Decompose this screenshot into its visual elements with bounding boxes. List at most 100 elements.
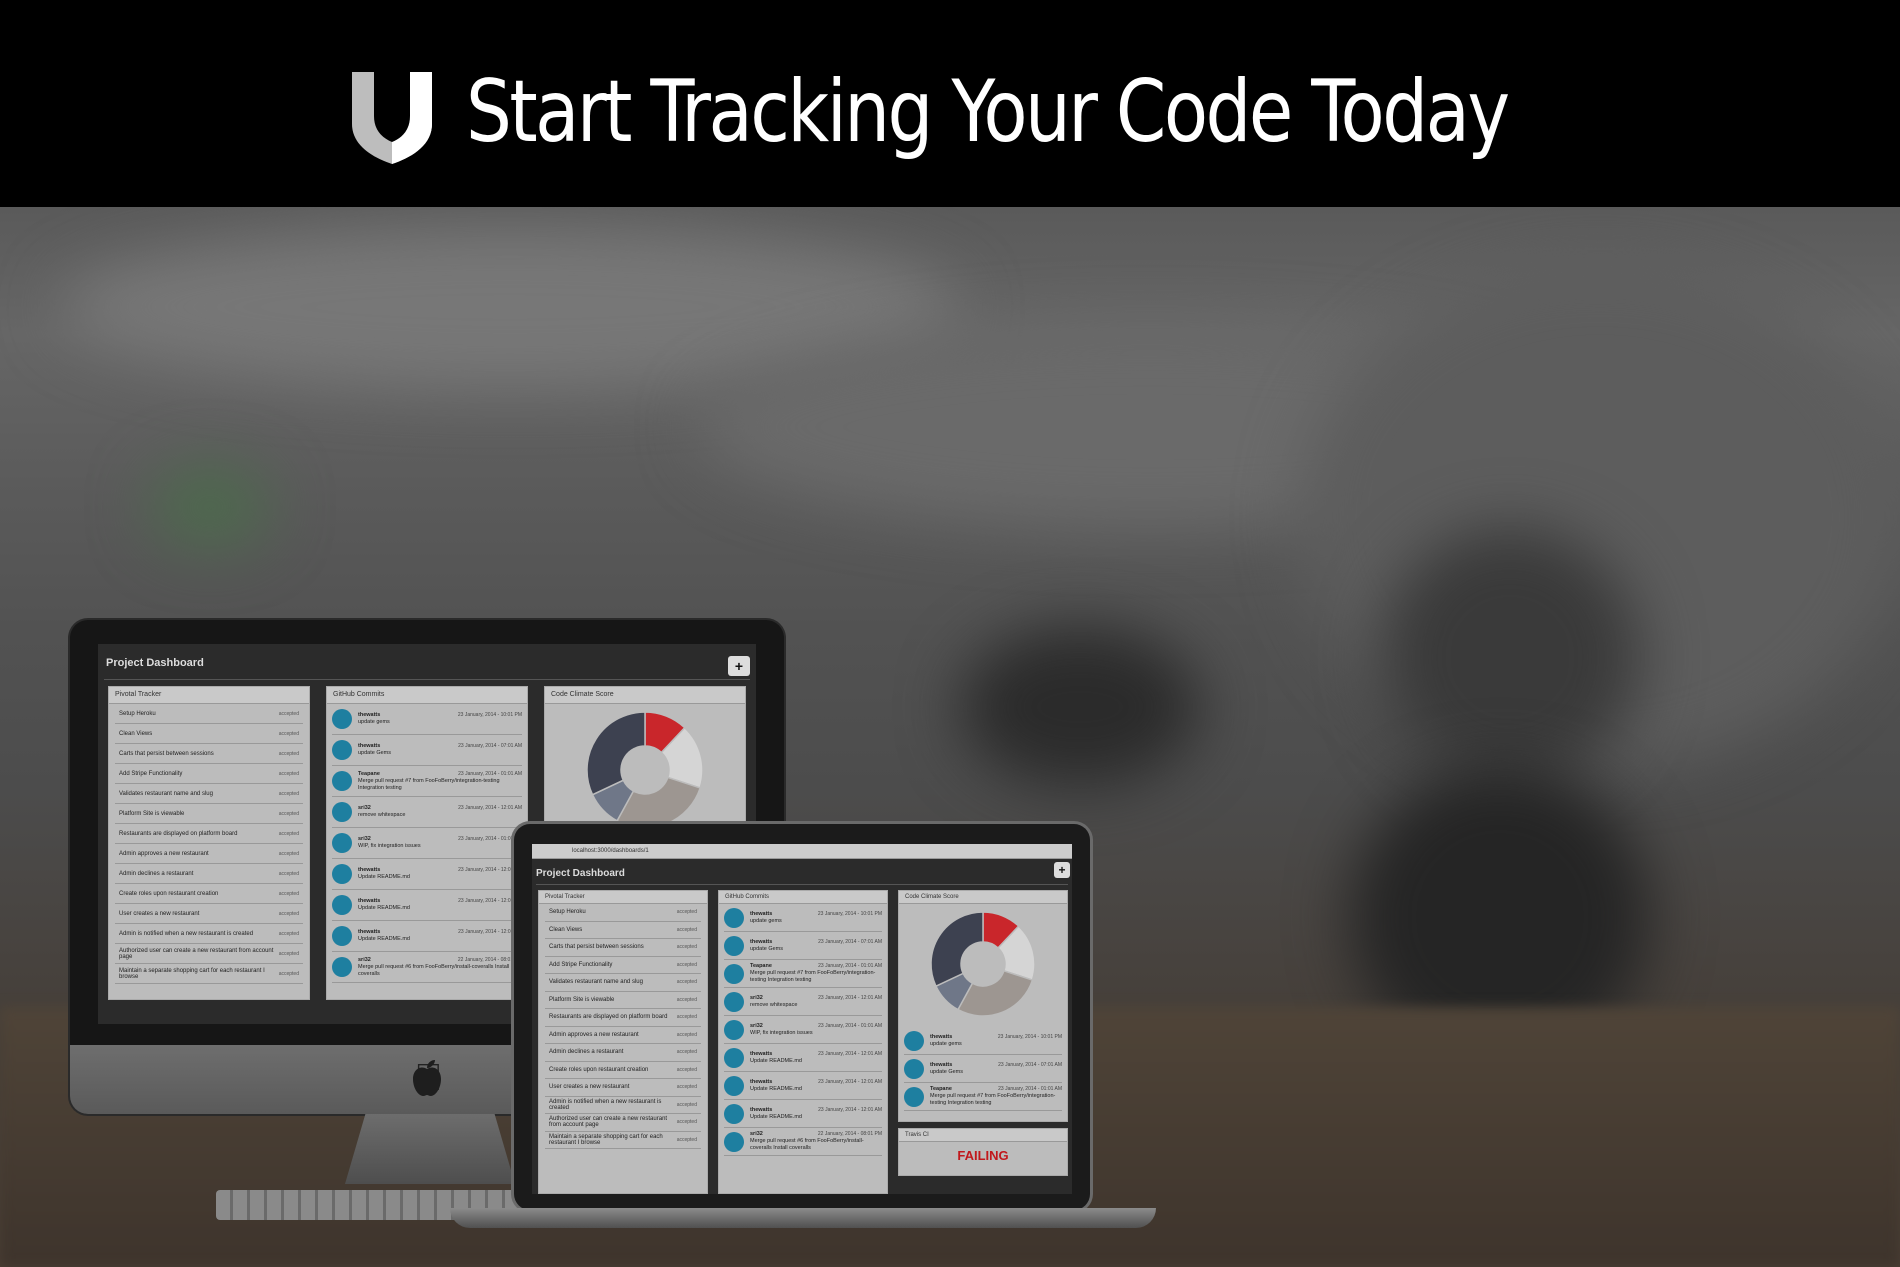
commit-time: 23 January, 2014 - 01:01 AM — [818, 963, 882, 969]
avatar — [332, 957, 352, 977]
page-header: Start Tracking Your Code Today — [0, 0, 1900, 207]
page-title: Start Tracking Your Code Today — [466, 62, 1510, 162]
story-row[interactable]: Platform Site is viewable accepted — [115, 804, 303, 824]
avatar — [724, 991, 744, 1012]
commit-message: Merge pull request #7 from FooFoBerry/in… — [358, 777, 500, 791]
commit-message: Merge pull request #7 from FooFoBerry/in… — [930, 1093, 1056, 1106]
commit-row[interactable]: 23 January, 2014 - 01:01 AM Teapane Merge … — [724, 960, 882, 988]
story-row[interactable]: User creates a new restaurant accepted — [115, 904, 303, 924]
commit-row[interactable]: 22 January, 2014 - 08:01 PM sri32 Merge pu… — [332, 952, 522, 983]
commit-row[interactable]: 23 January, 2014 - 01:01 AM Teapane Merge … — [904, 1083, 1062, 1111]
donut-segment — [616, 776, 702, 829]
commit-time: 23 January, 2014 - 12:01 AM — [818, 1050, 882, 1057]
commit-message: Merge pull request #6 from FooFoBerry/in… — [358, 963, 510, 977]
avatar — [904, 1030, 924, 1051]
avatar — [332, 709, 352, 729]
github-commits-panel: GitHub Commits 23 January, 2014 - 10:01 … — [718, 890, 888, 1194]
commit-time: 23 January, 2014 - 07:01 AM — [458, 743, 522, 749]
story-row[interactable]: Setup Heroku accepted — [545, 904, 701, 922]
commit-row[interactable]: 23 January, 2014 - 01:01 AM sri32 WIP, fix… — [332, 828, 522, 859]
story-label: Validates restaurant name and slug — [549, 979, 643, 986]
commit-time: 23 January, 2014 - 07:01 AM — [998, 1061, 1062, 1068]
story-row[interactable]: Restaurants are displayed on platform bo… — [115, 824, 303, 844]
commit-row[interactable]: 23 January, 2014 - 12:01 AM thewatts Updat… — [724, 1044, 882, 1072]
story-label: Admin declines a restaurant — [119, 870, 194, 877]
commit-body: 23 January, 2014 - 12:01 AM thewatts Updat… — [750, 1051, 882, 1065]
story-status: accepted — [676, 961, 697, 968]
commit-row[interactable]: 22 January, 2014 - 08:01 PM sri32 Merge pu… — [724, 1128, 882, 1156]
story-row[interactable]: Admin is notified when a new restaurant … — [115, 924, 303, 944]
story-label: Create roles upon restaurant creation — [549, 1066, 649, 1073]
story-row[interactable]: Admin is notified when a new restaurant … — [545, 1097, 701, 1114]
commit-row[interactable]: 23 January, 2014 - 12:01 AM thewatts Updat… — [332, 921, 522, 952]
browser-address-bar[interactable]: localhost:3000/dashboards/1 — [532, 844, 1072, 859]
story-row[interactable]: Admin approves a new restaurant accepted — [115, 844, 303, 864]
story-row[interactable]: Create roles upon restaurant creation acc… — [115, 884, 303, 904]
story-row[interactable]: Validates restaurant name and slug accept… — [545, 974, 701, 992]
story-row[interactable]: Add Stripe Functionality accepted — [115, 764, 303, 784]
commit-row[interactable]: 23 January, 2014 - 01:01 AM Teapane Merge … — [332, 766, 522, 797]
story-row[interactable]: Authorized user can create a new restaur… — [545, 1114, 701, 1132]
story-status: accepted — [278, 950, 299, 957]
commit-message: Update README.md — [750, 1113, 802, 1120]
story-row[interactable]: Maintain a separate shopping cart for ea… — [115, 964, 303, 984]
commit-row[interactable]: 23 January, 2014 - 10:01 PM thewatts updat… — [724, 904, 882, 932]
story-row[interactable]: Admin approves a new restaurant accepted — [545, 1027, 701, 1044]
story-status: accepted — [278, 850, 299, 857]
story-row[interactable]: Platform Site is viewable accepted — [545, 992, 701, 1009]
commit-time: 22 January, 2014 - 08:01 PM — [457, 956, 522, 963]
commit-row[interactable]: 23 January, 2014 - 12:01 AM thewatts Updat… — [724, 1072, 882, 1100]
story-status: accepted — [676, 996, 697, 1003]
story-row[interactable]: Setup Heroku accepted — [115, 704, 303, 724]
github-commits-title: GitHub Commits — [327, 687, 527, 704]
story-row[interactable]: Clean Views accepted — [545, 922, 701, 939]
commit-row[interactable]: 23 January, 2014 - 12:01 AM thewatts Updat… — [332, 890, 522, 921]
story-label: Platform Site is viewable — [119, 810, 185, 817]
story-row[interactable]: Carts that persist between sessions accep… — [115, 744, 303, 764]
story-row[interactable]: Clean Views accepted — [115, 724, 303, 744]
commit-body: 23 January, 2014 - 01:01 AM sri32 WIP, fix… — [750, 1023, 882, 1037]
commit-row[interactable]: 23 January, 2014 - 12:01 AM sri32 remove w… — [724, 988, 882, 1016]
story-row[interactable]: Create roles upon restaurant creation acc… — [545, 1062, 701, 1079]
avatar — [332, 740, 352, 760]
avatar — [724, 1047, 744, 1068]
commit-body: 23 January, 2014 - 01:01 AM Teapane Merge … — [930, 1086, 1062, 1107]
story-row[interactable]: Admin declines a restaurant accepted — [545, 1044, 701, 1062]
story-row[interactable]: Add Stripe Functionality accepted — [545, 957, 701, 974]
laptop-screen: localhost:3000/dashboards/1 Project Dash… — [532, 844, 1072, 1194]
dashboard-title: Project Dashboard — [106, 657, 204, 669]
avatar — [724, 1131, 744, 1152]
commit-message: WIP, fix integration issues — [358, 843, 421, 849]
story-row[interactable]: Carts that persist between sessions accep… — [545, 939, 701, 957]
commit-time: 23 January, 2014 - 12:01 AM — [458, 805, 522, 811]
commit-row[interactable]: 23 January, 2014 - 07:01 AM thewatts updat… — [332, 735, 522, 766]
laptop-base — [450, 1208, 1156, 1228]
commit-row[interactable]: 23 January, 2014 - 12:01 AM sri32 remove w… — [332, 797, 522, 828]
story-row[interactable]: Restaurants are displayed on platform bo… — [545, 1009, 701, 1027]
shield-icon — [352, 72, 432, 164]
commit-row[interactable]: 23 January, 2014 - 12:01 AM thewatts Updat… — [724, 1100, 882, 1128]
story-label: Restaurants are displayed on platform bo… — [119, 830, 238, 837]
commit-body: 23 January, 2014 - 12:01 AM thewatts Updat… — [358, 898, 522, 912]
story-label: Platform Site is viewable — [549, 996, 615, 1003]
apple-logo-icon — [413, 1060, 441, 1096]
avatar — [724, 935, 744, 956]
commit-message: Update README.md — [358, 874, 410, 880]
story-status: accepted — [278, 830, 299, 837]
story-status: accepted — [676, 979, 697, 986]
commit-row[interactable]: 23 January, 2014 - 01:01 AM sri32 WIP, fix… — [724, 1016, 882, 1044]
add-widget-button[interactable]: + — [728, 656, 750, 676]
commit-row[interactable]: 23 January, 2014 - 10:01 PM thewatts updat… — [904, 1027, 1062, 1055]
commit-body: 23 January, 2014 - 10:01 PM thewatts updat… — [750, 911, 882, 925]
story-row[interactable]: Validates restaurant name and slug accept… — [115, 784, 303, 804]
story-row[interactable]: Admin declines a restaurant accepted — [115, 864, 303, 884]
commit-row[interactable]: 23 January, 2014 - 12:01 AM thewatts Updat… — [332, 859, 522, 890]
commit-row[interactable]: 23 January, 2014 - 10:01 PM thewatts updat… — [332, 704, 522, 735]
commit-row[interactable]: 23 January, 2014 - 07:01 AM thewatts updat… — [724, 932, 882, 960]
story-status: accepted — [676, 1066, 697, 1073]
story-row[interactable]: User creates a new restaurant accepted — [545, 1079, 701, 1097]
story-row[interactable]: Maintain a separate shopping cart for ea… — [545, 1132, 701, 1149]
add-widget-button[interactable]: + — [1054, 862, 1070, 878]
commit-row[interactable]: 23 January, 2014 - 07:01 AM thewatts updat… — [904, 1055, 1062, 1083]
story-row[interactable]: Authorized user can create a new restaur… — [115, 944, 303, 964]
